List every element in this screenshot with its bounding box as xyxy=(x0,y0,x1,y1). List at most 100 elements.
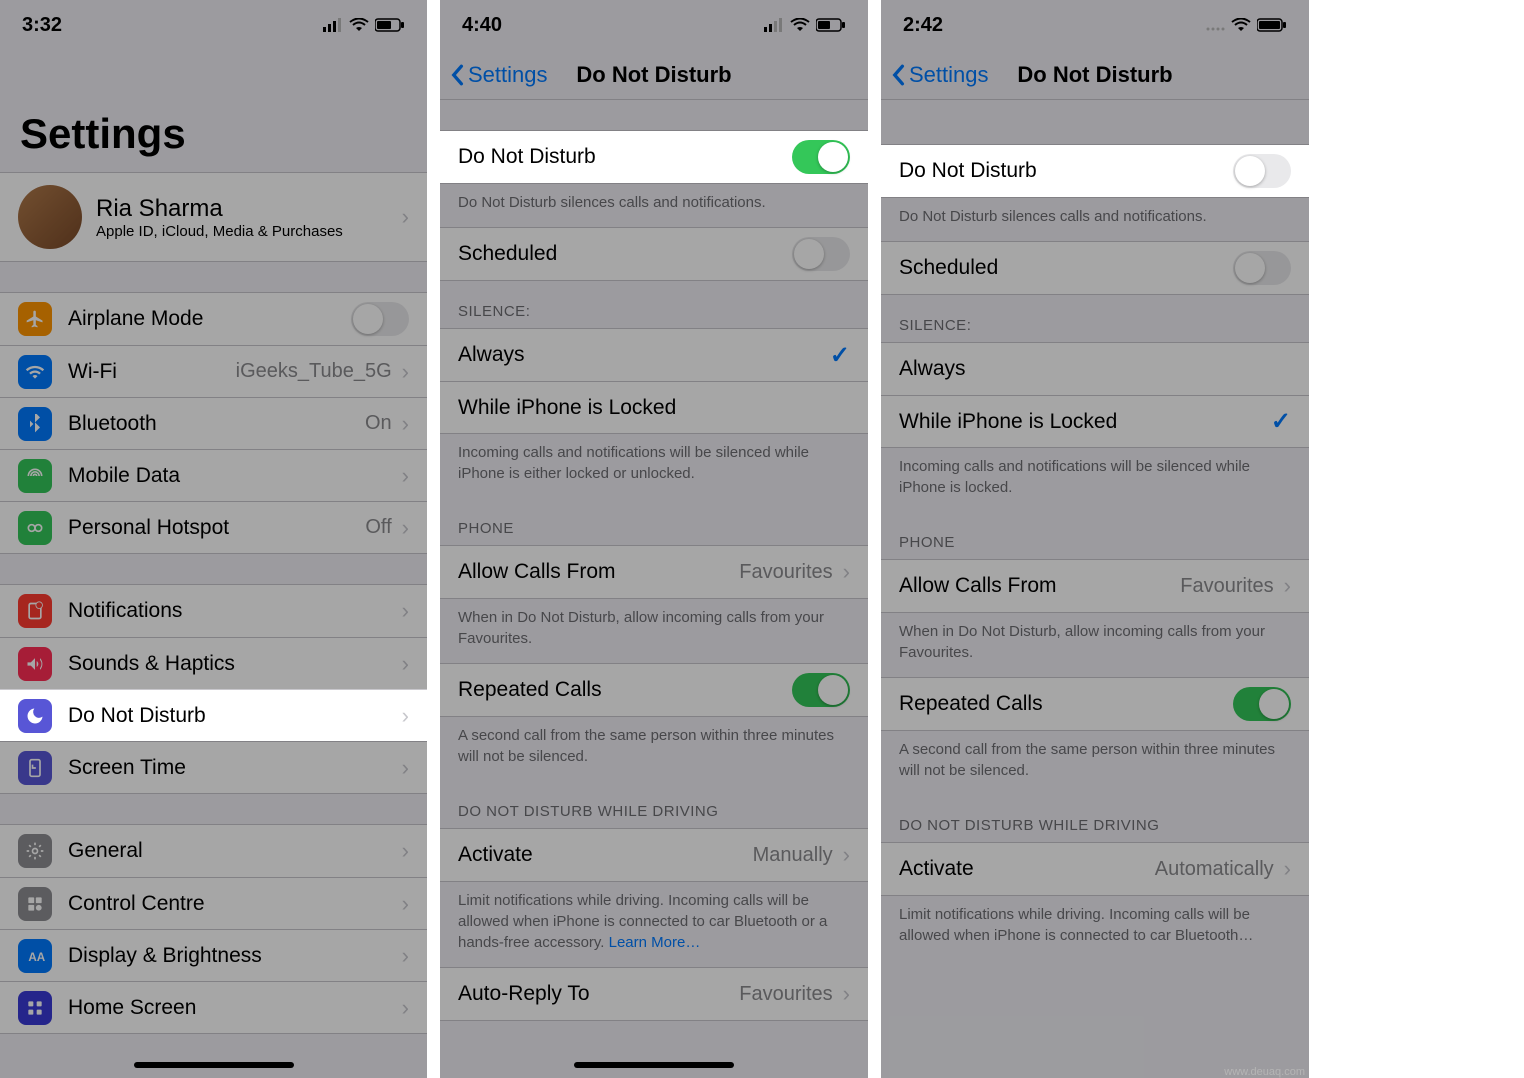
row-display-brightness[interactable]: AA Display & Brightness › xyxy=(0,929,427,981)
row-do-not-disturb[interactable]: Do Not Disturb › xyxy=(0,689,427,741)
chevron-right-icon: › xyxy=(402,515,409,541)
checkmark-icon: ✓ xyxy=(830,341,850,370)
row-value: Off xyxy=(365,516,391,539)
row-scheduled[interactable]: Scheduled xyxy=(440,228,868,280)
row-label: Scheduled xyxy=(458,242,792,266)
row-label: Sounds & Haptics xyxy=(68,652,402,676)
settings-group-1: Airplane Mode Wi-Fi iGeeks_Tube_5G › Blu… xyxy=(0,292,427,554)
cellular-signal-icon xyxy=(764,18,784,32)
silence-footer: Incoming calls and notifications will be… xyxy=(881,448,1309,512)
cellular-signal-icon xyxy=(1205,18,1225,32)
row-value: iGeeks_Tube_5G xyxy=(236,360,392,383)
checkmark-icon: ✓ xyxy=(1271,407,1291,436)
row-label: Display & Brightness xyxy=(68,944,402,968)
settings-group-2: Notifications › Sounds & Haptics › Do No… xyxy=(0,584,427,794)
row-sounds[interactable]: Sounds & Haptics › xyxy=(0,637,427,689)
row-label: Notifications xyxy=(68,599,402,623)
row-silence-always[interactable]: Always xyxy=(881,343,1309,395)
dnd-footer: Do Not Disturb silences calls and notifi… xyxy=(440,184,868,227)
row-value: Favourites xyxy=(1180,575,1273,598)
row-label: While iPhone is Locked xyxy=(899,410,1271,434)
repeated-calls-toggle[interactable] xyxy=(1233,687,1291,721)
wifi-icon xyxy=(349,18,369,32)
chevron-right-icon: › xyxy=(402,995,409,1021)
row-label: Airplane Mode xyxy=(68,307,351,331)
row-label: Repeated Calls xyxy=(458,678,792,702)
scheduled-group: Scheduled xyxy=(881,241,1309,295)
learn-more-link[interactable]: Learn More… xyxy=(609,934,701,951)
activate-group: Activate Manually › xyxy=(440,828,868,882)
status-bar: 4:40 xyxy=(440,0,868,50)
airplane-icon xyxy=(18,302,52,336)
back-label: Settings xyxy=(909,62,989,88)
row-repeated-calls[interactable]: Repeated Calls xyxy=(881,678,1309,730)
row-bluetooth[interactable]: Bluetooth On › xyxy=(0,397,427,449)
row-label: Repeated Calls xyxy=(899,692,1233,716)
scheduled-toggle[interactable] xyxy=(792,237,850,271)
row-control-centre[interactable]: Control Centre › xyxy=(0,877,427,929)
chevron-right-icon: › xyxy=(402,651,409,677)
row-label: General xyxy=(68,839,402,863)
row-silence-always[interactable]: Always ✓ xyxy=(440,329,868,381)
wifi-settings-icon xyxy=(18,355,52,389)
driving-header: DO NOT DISTURB WHILE DRIVING xyxy=(881,795,1309,842)
row-repeated-calls[interactable]: Repeated Calls xyxy=(440,664,868,716)
settings-group-3: General › Control Centre › AA Display & … xyxy=(0,824,427,1034)
svg-text:AA: AA xyxy=(28,951,45,964)
activate-footer: Limit notifications while driving. Incom… xyxy=(440,882,868,967)
silence-header: SILENCE: xyxy=(440,281,868,328)
dnd-toggle[interactable] xyxy=(792,140,850,174)
row-allow-calls[interactable]: Allow Calls From Favourites › xyxy=(440,546,868,598)
dnd-main-group: Do Not Disturb xyxy=(440,130,868,184)
row-mobile-data[interactable]: Mobile Data › xyxy=(0,449,427,501)
dnd-toggle[interactable] xyxy=(1233,154,1291,188)
watermark: www.deuaq.com xyxy=(1224,1066,1305,1078)
row-wifi[interactable]: Wi-Fi iGeeks_Tube_5G › xyxy=(0,345,427,397)
allow-calls-footer: When in Do Not Disturb, allow incoming c… xyxy=(881,613,1309,677)
dnd-footer: Do Not Disturb silences calls and notifi… xyxy=(881,198,1309,241)
row-label: Always xyxy=(458,343,830,367)
row-auto-reply-to[interactable]: Auto-Reply To Favourites › xyxy=(440,968,868,1020)
row-airplane-mode[interactable]: Airplane Mode xyxy=(0,293,427,345)
profile-name: Ria Sharma xyxy=(96,195,343,223)
chevron-right-icon: › xyxy=(402,411,409,437)
display-icon: AA xyxy=(18,939,52,973)
row-dnd-toggle[interactable]: Do Not Disturb xyxy=(440,131,868,183)
row-silence-locked[interactable]: While iPhone is Locked xyxy=(440,381,868,433)
row-label: Bluetooth xyxy=(68,412,365,436)
row-dnd-toggle[interactable]: Do Not Disturb xyxy=(881,145,1309,197)
row-scheduled[interactable]: Scheduled xyxy=(881,242,1309,294)
row-label: Screen Time xyxy=(68,756,402,780)
row-personal-hotspot[interactable]: Personal Hotspot Off › xyxy=(0,501,427,553)
back-label: Settings xyxy=(468,62,548,88)
row-screen-time[interactable]: Screen Time › xyxy=(0,741,427,793)
back-button[interactable]: Settings xyxy=(440,62,548,88)
apple-id-row[interactable]: Ria Sharma Apple ID, iCloud, Media & Pur… xyxy=(0,172,427,262)
allow-calls-group: Allow Calls From Favourites › xyxy=(440,545,868,599)
status-time: 4:40 xyxy=(462,14,502,37)
status-bar: 2:42 xyxy=(881,0,1309,50)
home-indicator[interactable] xyxy=(134,1062,294,1068)
chevron-right-icon: › xyxy=(402,755,409,781)
row-general[interactable]: General › xyxy=(0,825,427,877)
row-silence-locked[interactable]: While iPhone is Locked ✓ xyxy=(881,395,1309,447)
row-activate[interactable]: Activate Manually › xyxy=(440,829,868,881)
row-label: Wi-Fi xyxy=(68,360,236,384)
row-activate[interactable]: Activate Automatically › xyxy=(881,843,1309,895)
row-allow-calls[interactable]: Allow Calls From Favourites › xyxy=(881,560,1309,612)
row-notifications[interactable]: Notifications › xyxy=(0,585,427,637)
phone-header: PHONE xyxy=(440,498,868,545)
back-button[interactable]: Settings xyxy=(881,62,989,88)
home-indicator[interactable] xyxy=(574,1062,734,1068)
chevron-right-icon: › xyxy=(843,842,850,868)
repeated-calls-footer: A second call from the same person withi… xyxy=(881,731,1309,795)
repeated-calls-group: Repeated Calls xyxy=(881,677,1309,731)
airplane-toggle[interactable] xyxy=(351,302,409,336)
scheduled-toggle[interactable] xyxy=(1233,251,1291,285)
bluetooth-icon xyxy=(18,407,52,441)
row-value: Favourites xyxy=(739,561,832,584)
row-home-screen[interactable]: Home Screen › xyxy=(0,981,427,1033)
hotspot-icon xyxy=(18,511,52,545)
repeated-calls-toggle[interactable] xyxy=(792,673,850,707)
row-label: Scheduled xyxy=(899,256,1233,280)
